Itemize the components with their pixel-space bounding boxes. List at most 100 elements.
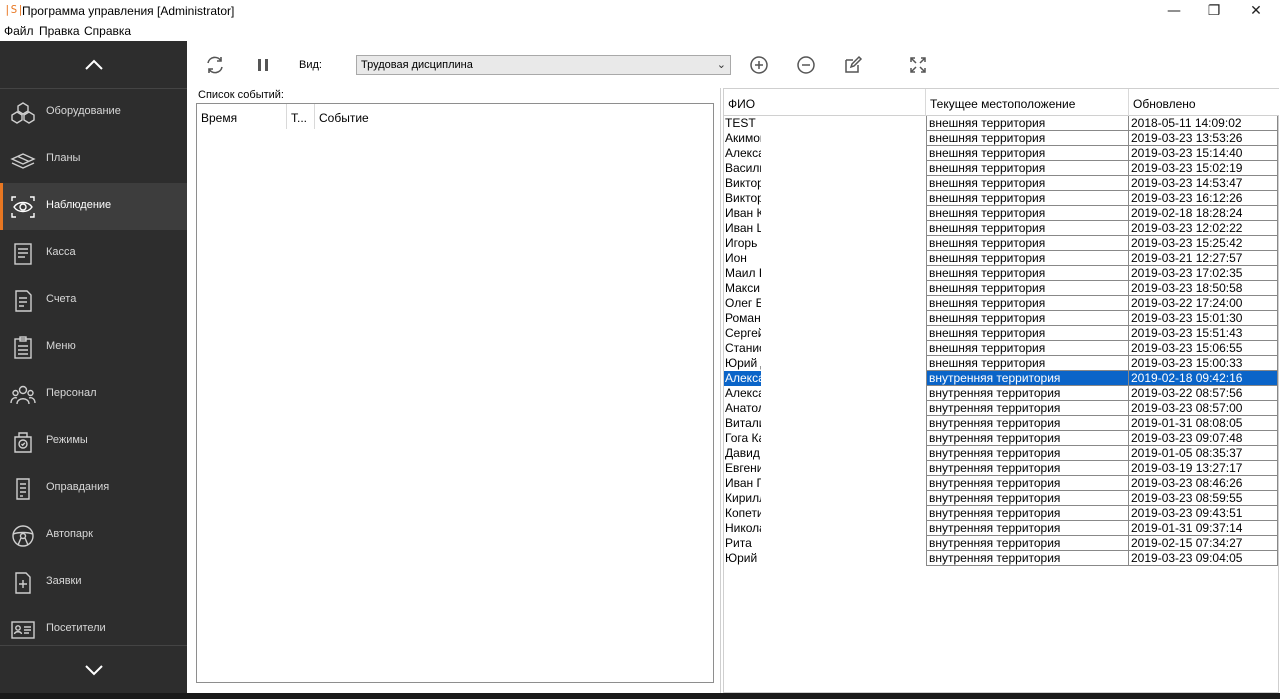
row-name-cell: Анатол — [725, 401, 761, 415]
table-row[interactable]: Евгени внутренняя территория 2019-03-19 13… — [724, 461, 1279, 476]
row-location-cell: внешняя территория — [926, 326, 1129, 341]
pause-button[interactable] — [251, 53, 275, 77]
sidebar-item-label: Меню — [46, 340, 76, 352]
remove-icon — [797, 56, 815, 74]
fullscreen-button[interactable] — [906, 53, 930, 77]
table-row[interactable]: Макси внешняя территория 2019-03-23 18:50:… — [724, 281, 1279, 296]
table-row[interactable]: Игорь внешняя территория 2019-03-23 15:25:… — [724, 236, 1279, 251]
table-row[interactable]: Давид внутренняя территория 2019-01-05 08:… — [724, 446, 1279, 461]
sidebar-item-menu[interactable]: Меню — [0, 324, 187, 371]
sidebar-item-cashbox[interactable]: Касса — [0, 230, 187, 277]
row-name-cell: Станис — [725, 341, 761, 355]
table-row[interactable]: Виктор внешняя территория 2019-03-23 14:53… — [724, 176, 1279, 191]
sidebar-item-label: Режимы — [46, 434, 88, 446]
edit-button[interactable] — [841, 53, 865, 77]
table-row[interactable]: Иван L внешняя территория 2019-03-23 12:02… — [724, 221, 1279, 236]
minimize-button[interactable]: — — [1154, 0, 1194, 22]
maximize-button[interactable]: ❐ — [1194, 0, 1234, 22]
table-row[interactable]: Копети внутренняя территория 2019-03-23 09… — [724, 506, 1279, 521]
menu-file[interactable]: Файл — [4, 24, 34, 38]
sidebar-item-label: Посетители — [46, 622, 106, 634]
plans-icon — [10, 153, 36, 169]
table-row[interactable]: TEST внешняя территория 2018-05-11 14:09:0… — [724, 116, 1279, 131]
row-updated-cell: 2019-03-23 15:01:30 — [1129, 311, 1278, 326]
events-column-type[interactable]: Т... — [287, 104, 315, 129]
row-updated-cell: 2019-01-05 08:35:37 — [1129, 446, 1278, 461]
sidebar-item-label: Оборудование — [46, 105, 121, 117]
sidebar-item-modes[interactable]: Режимы — [0, 418, 187, 465]
grid-column-name[interactable]: ФИО — [724, 89, 926, 116]
sidebar-scroll-down-button[interactable] — [0, 645, 187, 693]
personnel-grid[interactable]: ФИО Текущее местоположение Обновлено TES… — [723, 88, 1279, 693]
table-row[interactable]: Васили внешняя территория2019-03-23 15:02… — [724, 161, 1279, 176]
row-name-cell: Макси — [725, 281, 760, 295]
table-row[interactable]: Станис внешняя территория2019-03-23 15:06… — [724, 341, 1279, 356]
sidebar-item-excuses[interactable]: Оправдания — [0, 465, 187, 512]
sidebar-item-requests[interactable]: Заявки — [0, 559, 187, 606]
sidebar-item-label: Оправдания — [46, 481, 110, 493]
table-row[interactable]: Гога Ка внутренняя территория2019-03-23 0… — [724, 431, 1279, 446]
row-name-cell: Копети — [725, 506, 761, 520]
table-row[interactable]: Иван К внешняя территория 2019-02-18 18:28… — [724, 206, 1279, 221]
events-column-event[interactable]: Событие — [315, 104, 713, 129]
events-column-time[interactable]: Время — [197, 104, 287, 129]
sidebar-item-label: Наблюдение — [46, 199, 112, 211]
table-row[interactable]: Алекса внешняя территория 2019-03-23 15:14… — [724, 146, 1279, 161]
menu-edit[interactable]: Правка — [39, 24, 80, 38]
close-button[interactable]: ✕ — [1236, 0, 1276, 22]
table-row[interactable]: Маил К внешняя территория2019-03-23 17:02… — [724, 266, 1279, 281]
row-location-cell: внутренняя территория — [926, 386, 1129, 401]
sidebar-item-observation[interactable]: Наблюдение — [0, 183, 187, 230]
staff-icon — [10, 385, 36, 405]
row-name-cell: Маил К — [725, 266, 761, 280]
refresh-button[interactable] — [203, 53, 227, 77]
panel-splitter[interactable] — [720, 88, 721, 693]
row-name-cell: Витали — [725, 416, 761, 430]
table-row[interactable]: Сергей внешняя территория 2019-03-23 15:51… — [724, 326, 1279, 341]
add-button[interactable] — [747, 53, 771, 77]
title-bar: |S| Программа управления [Administrator]… — [0, 0, 1280, 22]
table-row[interactable]: Алекса внутренняя территория 2019-03-22 08… — [724, 386, 1279, 401]
table-row[interactable]: Олег Б внешняя территория 2019-03-22 17:24… — [724, 296, 1279, 311]
sidebar-item-label: Планы — [46, 152, 81, 164]
table-row[interactable]: Рита внутренняя территория 2019-02-15 07:3… — [724, 536, 1279, 551]
grid-column-location[interactable]: Текущее местоположение — [926, 89, 1129, 116]
table-row[interactable]: Виктор внешняя территория 2019-03-23 16:12… — [724, 191, 1279, 206]
row-updated-cell: 2019-03-23 15:00:33 — [1129, 356, 1278, 371]
row-location-cell: внешняя территория — [926, 236, 1129, 251]
table-row[interactable]: Ион внешняя территория 2019-03-21 12:27:57 — [724, 251, 1279, 266]
row-updated-cell: 2019-03-23 15:25:42 — [1129, 236, 1278, 251]
row-updated-cell: 2019-02-18 09:42:16 — [1129, 371, 1278, 386]
sidebar-scroll-up-button[interactable] — [0, 41, 187, 89]
row-name-cell: Гога Ка — [725, 431, 761, 445]
table-row[interactable]: Юрий I внутренняя территория 2019-03-23 09… — [724, 551, 1279, 566]
table-row[interactable]: Кирилл внутренняя территория2019-03-23 08… — [724, 491, 1279, 506]
sidebar-item-staff[interactable]: Персонал — [0, 371, 187, 418]
remove-button[interactable] — [794, 53, 818, 77]
sidebar: Оборудование Планы Наблюдение Касса Счет… — [0, 41, 187, 693]
events-list[interactable]: Время Т... Событие — [196, 103, 714, 683]
table-row[interactable]: Акимов внешняя территория2019-03-23 13:53… — [724, 131, 1279, 146]
grid-column-updated[interactable]: Обновлено — [1129, 89, 1279, 116]
table-row[interactable]: Роман внешняя территория 2019-03-23 15:01:… — [724, 311, 1279, 326]
row-location-cell: внутренняя территория — [926, 371, 1129, 386]
fullscreen-icon — [910, 57, 926, 73]
view-select[interactable]: Трудовая дисциплина ⌄ — [356, 55, 731, 75]
row-name-cell: Виктор — [725, 176, 761, 190]
sidebar-item-equipment[interactable]: Оборудование — [0, 89, 187, 136]
sidebar-item-fleet[interactable]: Автопарк — [0, 512, 187, 559]
menu-help[interactable]: Справка — [84, 24, 131, 38]
row-name-cell: Иван L — [725, 221, 761, 235]
table-row[interactable]: Алекса внутренняя территория 2019-02-18 09… — [724, 371, 1279, 386]
table-row[interactable]: Иван Г внутренняя территория 2019-03-23 08… — [724, 476, 1279, 491]
table-row[interactable]: Анатол внутренняя территория 2019-03-23 08… — [724, 401, 1279, 416]
row-updated-cell: 2019-03-23 09:43:51 — [1129, 506, 1278, 521]
row-location-cell: внешняя территория — [926, 176, 1129, 191]
sidebar-item-invoices[interactable]: Счета — [0, 277, 187, 324]
table-row[interactable]: Никола внутренняя территория2019-01-31 09… — [724, 521, 1279, 536]
events-list-label: Список событий: — [198, 89, 284, 101]
table-row[interactable]: Юрий Д внешняя территория2019-03-23 15:00… — [724, 356, 1279, 371]
row-name-cell: Рита — [725, 536, 752, 550]
table-row[interactable]: Витали внутренняя территория2019-01-31 08… — [724, 416, 1279, 431]
sidebar-item-plans[interactable]: Планы — [0, 136, 187, 183]
